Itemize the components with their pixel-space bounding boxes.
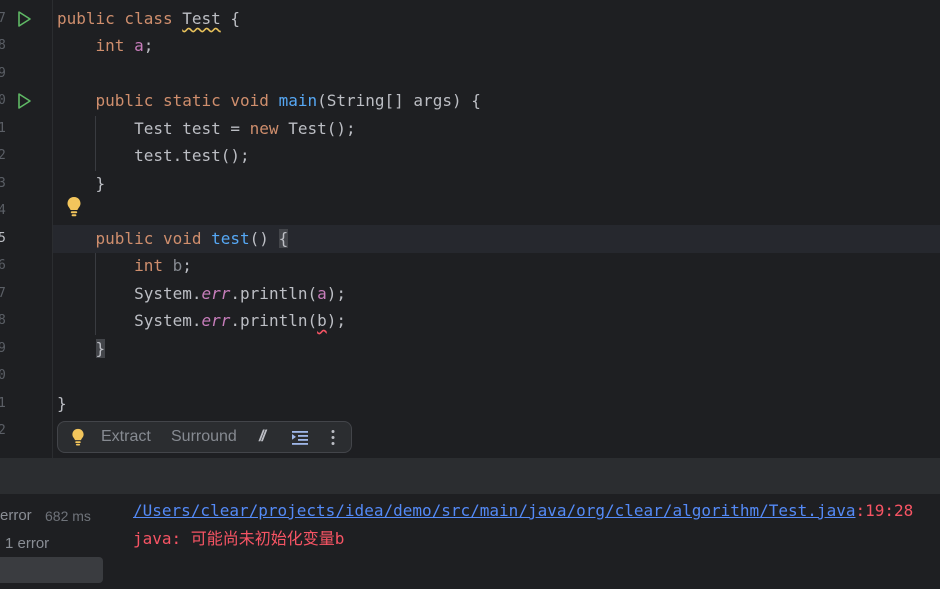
- code-token: }: [57, 174, 106, 193]
- comment-icon[interactable]: //: [259, 422, 266, 452]
- code-token: a: [134, 36, 144, 55]
- code-token: int: [134, 256, 163, 275]
- code-line-15: public void test() {: [57, 225, 289, 253]
- code-line-18: System.err.println(b);: [57, 307, 346, 335]
- code-token: b: [172, 256, 183, 275]
- code-line-12: test.test();: [57, 142, 250, 170]
- error-location-line: /Users/clear/projects/idea/demo/src/main…: [133, 501, 914, 520]
- code-line-8: int a;: [57, 32, 154, 60]
- extract-button[interactable]: Extract: [101, 422, 151, 452]
- run-icon[interactable]: [15, 10, 33, 28]
- code-line-11: Test test = new Test();: [57, 115, 356, 143]
- code-token: ;: [143, 36, 154, 55]
- code-token: (): [249, 229, 279, 248]
- code-line-7: public class Test {: [57, 5, 240, 33]
- run-icon[interactable]: [15, 92, 33, 110]
- line-number: 7: [0, 286, 6, 301]
- code-token: System.: [57, 311, 202, 330]
- error-highlight: b: [317, 311, 327, 330]
- line-number: 3: [0, 176, 6, 191]
- code-line-16: int b;: [57, 252, 192, 280]
- more-icon[interactable]: [330, 429, 336, 446]
- build-output-console: /Users/clear/projects/idea/demo/src/main…: [118, 494, 940, 589]
- code-token: ;: [182, 256, 192, 275]
- code-token: }: [57, 394, 67, 413]
- editor-gutter: 7 8 9 0 1 2 3 4 5 6 7 8 9 0 1 2: [0, 0, 53, 458]
- code-token: err: [201, 311, 231, 330]
- code-token: );: [326, 284, 347, 303]
- code-token: }: [95, 339, 106, 358]
- line-number: 4: [0, 203, 6, 218]
- error-file-link[interactable]: /Users/clear/projects/idea/demo/src/main…: [133, 501, 855, 520]
- line-number: 1: [0, 121, 6, 136]
- line-number: 7: [0, 11, 6, 26]
- console-toolbar: [0, 458, 940, 494]
- build-time: 682 ms: [45, 508, 91, 524]
- code-token: public class: [57, 9, 183, 28]
- code-token: test: [211, 229, 250, 248]
- lightbulb-icon[interactable]: [66, 196, 82, 218]
- code-token: System.: [57, 284, 202, 303]
- line-number: 0: [0, 93, 6, 108]
- build-status: error: [0, 507, 32, 524]
- code-line-19: }: [57, 335, 106, 363]
- code-token: .println(: [230, 311, 318, 330]
- line-number-current: 5: [0, 231, 6, 246]
- selected-tree-row[interactable]: [0, 557, 103, 583]
- code-token: a: [317, 284, 327, 303]
- code-token: new: [249, 119, 279, 138]
- line-number: 8: [0, 38, 6, 53]
- error-message: java: 可能尚未初始化变量b: [133, 529, 345, 548]
- code-line-17: System.err.println(a);: [57, 280, 346, 308]
- code-token: .println(: [230, 284, 318, 303]
- code-token: Test();: [278, 119, 356, 138]
- line-number: 0: [0, 368, 6, 383]
- code-token: (String[] args) {: [317, 91, 481, 110]
- code-token: public void: [95, 229, 212, 248]
- code-token: {: [278, 229, 289, 248]
- line-number: 9: [0, 341, 6, 356]
- reformat-icon[interactable]: [292, 430, 308, 445]
- intention-actions-bar: Extract Surround //: [57, 421, 352, 453]
- code-line-10: public static void main(String[] args) {: [57, 87, 481, 115]
- code-token: public static void: [95, 91, 279, 110]
- lightbulb-icon[interactable]: [71, 428, 85, 447]
- line-number: 2: [0, 148, 6, 163]
- code-token: {: [220, 9, 241, 28]
- code-token: main: [278, 91, 318, 110]
- code-token: int: [95, 36, 125, 55]
- line-number: 1: [0, 396, 6, 411]
- code-token: Test test =: [57, 119, 250, 138]
- line-number: 9: [0, 66, 6, 81]
- code-line-21: }: [57, 390, 67, 418]
- error-count[interactable]: 1 error: [5, 535, 49, 552]
- build-tree-panel: error 682 ms 1 error: [0, 494, 119, 589]
- code-token: test.test();: [57, 146, 250, 165]
- code-token: Test: [182, 9, 221, 28]
- line-number: 6: [0, 258, 6, 273]
- code-line-13: }: [57, 170, 106, 198]
- code-token: );: [326, 311, 347, 330]
- line-number: 8: [0, 313, 6, 328]
- code-token: err: [201, 284, 231, 303]
- surround-button[interactable]: Surround: [171, 422, 237, 452]
- line-number: 2: [0, 423, 6, 438]
- code-editor[interactable]: 7 8 9 0 1 2 3 4 5 6 7 8 9 0 1 2 public c…: [0, 0, 940, 458]
